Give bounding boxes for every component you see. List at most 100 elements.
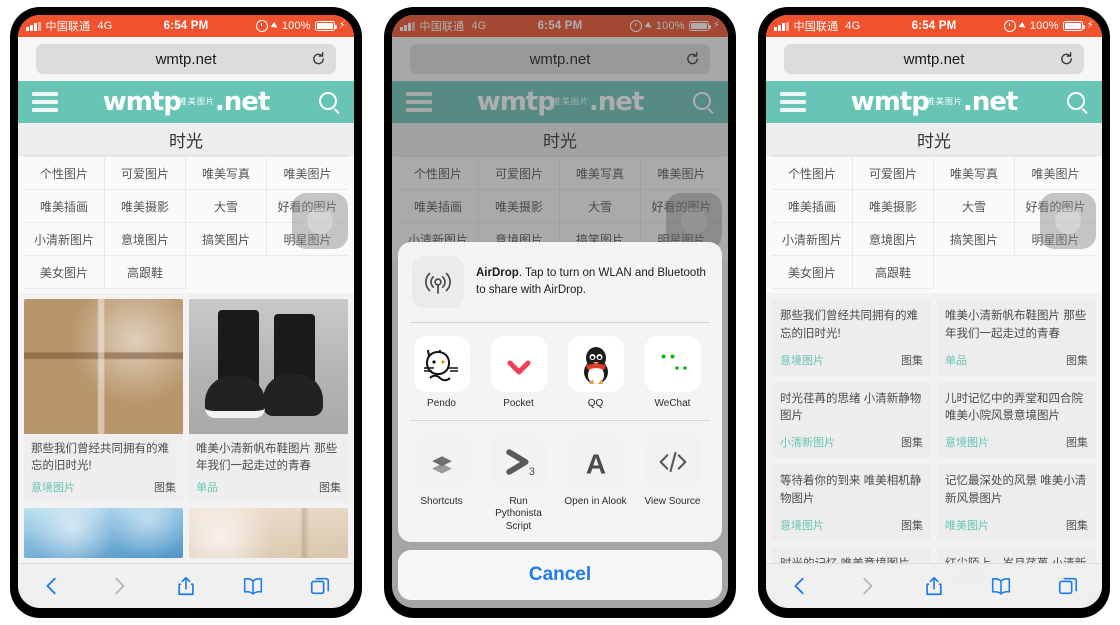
safari-url-bar[interactable]: wmtp.net	[766, 37, 1102, 81]
share-app-wechat[interactable]: WeChat	[641, 336, 704, 411]
category-item[interactable]: 唯美摄影	[853, 190, 934, 223]
tabs-icon[interactable]	[307, 573, 333, 599]
share-app-pendo[interactable]: Pendo	[410, 336, 473, 411]
category-item[interactable]: 唯美图片	[1015, 157, 1096, 190]
category-item[interactable]: 意境图片	[105, 223, 186, 256]
article-tag[interactable]: 意境图片	[780, 517, 824, 533]
search-icon[interactable]	[319, 91, 340, 115]
svg-text:3: 3	[528, 466, 534, 478]
category-item[interactable]: 大雪	[560, 190, 641, 223]
category-item[interactable]: 可爱图片	[479, 157, 560, 190]
article-card[interactable]: 那些我们曾经共同拥有的难忘的旧时光! 意境图片 图集	[24, 299, 183, 502]
search-icon[interactable]	[693, 91, 714, 115]
category-item[interactable]: 小清新图片	[772, 223, 853, 256]
search-icon[interactable]	[1067, 91, 1088, 115]
category-item[interactable]: 唯美写真	[934, 157, 1015, 190]
category-item[interactable]: 唯美插画	[772, 190, 853, 223]
category-item[interactable]: 美女图片	[772, 256, 853, 289]
article-text-card[interactable]: 唯美小清新帆布鞋图片 那些年我们一起走过的青春 单品 图集	[937, 299, 1096, 376]
hamburger-menu-icon[interactable]	[32, 92, 58, 112]
share-app-qq[interactable]: QQ	[564, 336, 627, 411]
logo-suffix: .net	[962, 87, 1018, 117]
article-meta: 意境图片 图集	[780, 517, 923, 533]
category-item[interactable]: 唯美插画	[398, 190, 479, 223]
airdrop-row[interactable]: AirDrop. Tap to turn on WLAN and Bluetoo…	[398, 242, 722, 322]
category-item[interactable]: 个性图片	[398, 157, 479, 190]
article-card[interactable]	[189, 507, 348, 558]
article-text-card[interactable]: 等待着你的到来 唯美相机静物图片 意境图片 图集	[772, 464, 931, 541]
share-action-view-source[interactable]: View Source	[641, 433, 704, 534]
article-text-card[interactable]: 记忆最深处的风景 唯美小清新风景图片 唯美图片 图集	[937, 464, 1096, 541]
alarm-icon	[255, 20, 268, 32]
safari-url-bar[interactable]: wmtp.net	[18, 37, 354, 81]
article-tag[interactable]: 单品	[945, 352, 967, 368]
category-item[interactable]: 唯美摄影	[479, 190, 560, 223]
tabs-icon[interactable]	[1055, 573, 1081, 599]
article-title: 时光荏苒的思绪 小清新静物图片	[780, 392, 922, 423]
url-field[interactable]: wmtp.net	[410, 44, 710, 74]
article-card[interactable]	[24, 507, 183, 558]
article-tag[interactable]: 意境图片	[31, 479, 75, 495]
category-item[interactable]: 高跟鞋	[105, 256, 186, 289]
article-kind: 图集	[154, 481, 176, 494]
article-text-card[interactable]: 儿时记忆中的弄堂和四合院 唯美小院风景意境图片 意境图片 图集	[937, 381, 1096, 459]
article-text-card[interactable]: 那些我们曾经共同拥有的难忘的旧时光! 意境图片 图集	[772, 299, 931, 376]
category-item[interactable]: 唯美图片	[267, 157, 348, 190]
url-field[interactable]: wmtp.net	[784, 44, 1084, 74]
forward-icon[interactable]	[106, 573, 132, 599]
share-action-pythonista[interactable]: 3 Run Pythonista Script	[487, 433, 550, 534]
share-apps-row: Pendo Pocket QQ WeChat	[398, 323, 722, 420]
floating-assistive-touch-icon[interactable]	[666, 193, 722, 249]
url-field[interactable]: wmtp.net	[36, 44, 336, 74]
forward-icon[interactable]	[854, 573, 880, 599]
category-item[interactable]: 唯美插画	[24, 190, 105, 223]
category-item[interactable]: 唯美摄影	[105, 190, 186, 223]
hamburger-menu-icon[interactable]	[780, 92, 806, 112]
back-icon[interactable]	[787, 573, 813, 599]
category-item[interactable]: 搞笑图片	[934, 223, 1015, 256]
category-item[interactable]: 搞笑图片	[186, 223, 267, 256]
category-item[interactable]: 可爱图片	[853, 157, 934, 190]
safari-url-bar[interactable]: wmtp.net	[392, 37, 728, 81]
share-icon[interactable]	[921, 573, 947, 599]
article-title: 唯美小清新帆布鞋图片 那些年我们一起走过的青春	[196, 443, 338, 473]
category-item[interactable]: 可爱图片	[105, 157, 186, 190]
category-item[interactable]: 美女图片	[24, 256, 105, 289]
article-tag[interactable]: 单品	[196, 479, 218, 495]
share-action-partial[interactable]	[718, 433, 722, 534]
share-app-pocket[interactable]: Pocket	[487, 336, 550, 411]
category-item[interactable]: 大雪	[186, 190, 267, 223]
article-text-card[interactable]: 时光荏苒的思绪 小清新静物图片 小清新图片 图集	[772, 381, 931, 459]
article-tag[interactable]: 意境图片	[945, 434, 989, 450]
phone-2: 中国联通 4G 6:54 PM 100% ⚡ wmtp.net wmtp唯美图片…	[384, 7, 736, 618]
reload-icon[interactable]	[311, 52, 326, 67]
article-card[interactable]: 唯美小清新帆布鞋图片 那些年我们一起走过的青春 单品 图集	[189, 299, 348, 502]
category-item[interactable]: 唯美写真	[560, 157, 641, 190]
category-item[interactable]: 小清新图片	[24, 223, 105, 256]
share-icon[interactable]	[173, 573, 199, 599]
floating-assistive-touch-icon[interactable]	[1040, 193, 1096, 249]
category-item[interactable]: 个性图片	[24, 157, 105, 190]
reload-icon[interactable]	[1059, 52, 1074, 67]
article-tag[interactable]: 小清新图片	[780, 434, 835, 450]
category-item[interactable]: 大雪	[934, 190, 1015, 223]
floating-assistive-touch-icon[interactable]	[292, 193, 348, 249]
category-item[interactable]: 高跟鞋	[853, 256, 934, 289]
category-item[interactable]: 唯美图片	[641, 157, 722, 190]
article-tag[interactable]: 意境图片	[780, 352, 824, 368]
category-item[interactable]: 意境图片	[853, 223, 934, 256]
page-title: 时光	[392, 123, 728, 156]
bookmarks-icon[interactable]	[988, 573, 1014, 599]
cancel-button[interactable]: Cancel	[398, 550, 722, 600]
share-app-partial[interactable]	[718, 336, 722, 411]
hamburger-menu-icon[interactable]	[406, 92, 432, 112]
category-item[interactable]: 个性图片	[772, 157, 853, 190]
back-icon[interactable]	[39, 573, 65, 599]
reload-icon[interactable]	[685, 52, 700, 67]
category-item[interactable]: 唯美写真	[186, 157, 267, 190]
bookmarks-icon[interactable]	[240, 573, 266, 599]
share-action-alook[interactable]: A Open in Alook	[564, 433, 627, 534]
carrier-label: 中国联通	[419, 21, 465, 33]
article-tag[interactable]: 唯美图片	[945, 517, 989, 533]
share-action-shortcuts[interactable]: Shortcuts	[410, 433, 473, 534]
